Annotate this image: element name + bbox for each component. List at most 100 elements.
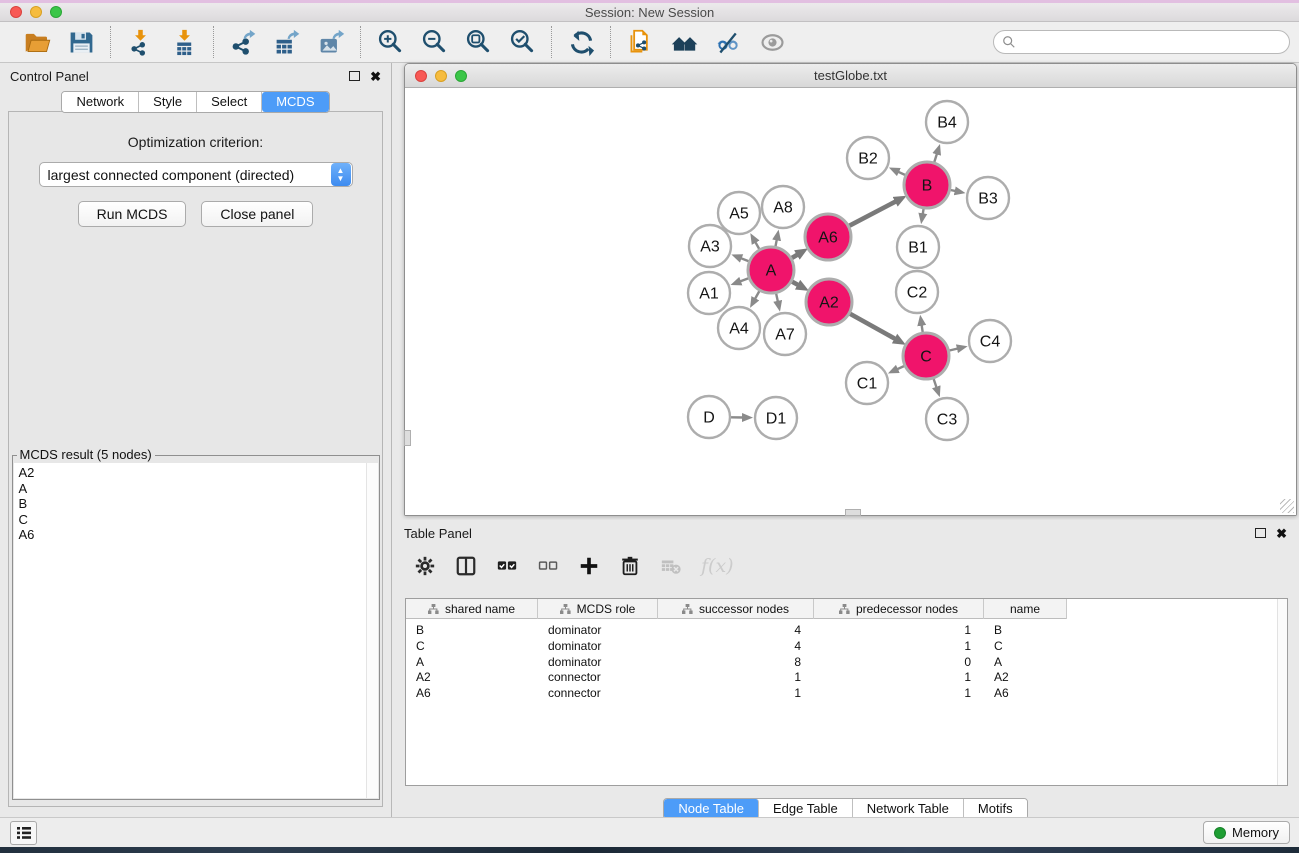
hide-glasses-button[interactable] [711, 25, 745, 59]
window-edge-handle-bottom[interactable] [845, 509, 861, 516]
graph-node-B2[interactable]: B2 [847, 137, 889, 179]
mcds-result-item[interactable]: A6 [19, 527, 361, 543]
mcds-result-item[interactable]: B [19, 496, 361, 512]
save-button[interactable] [64, 25, 98, 59]
tab-network[interactable]: Network [62, 92, 139, 112]
search-box[interactable] [993, 30, 1290, 54]
graph-node-A5[interactable]: A5 [718, 192, 760, 234]
memory-button[interactable]: Memory [1203, 821, 1290, 844]
tab-style[interactable]: Style [139, 92, 197, 112]
graph-node-A1[interactable]: A1 [688, 272, 730, 314]
zoom-out-button[interactable] [417, 25, 451, 59]
mcds-result-scrollbar[interactable] [366, 463, 378, 798]
graph-node-D1[interactable]: D1 [755, 397, 797, 439]
delete-row-button[interactable] [619, 555, 641, 577]
table-row[interactable]: A2connector11A2 [406, 670, 1287, 686]
mcds-result-item[interactable]: A [19, 481, 361, 497]
graph-edge-A-A4[interactable] [755, 291, 760, 299]
import-table-button[interactable] [167, 25, 201, 59]
column-header-predecessor-nodes[interactable]: predecessor nodes [814, 599, 984, 619]
graph-edge-B-B4[interactable] [934, 154, 937, 163]
tab-edge-table[interactable]: Edge Table [759, 799, 853, 819]
graph-edge-A-A2[interactable] [792, 282, 798, 286]
graph-node-A2[interactable]: A2 [806, 279, 852, 325]
import-network-button[interactable] [123, 25, 157, 59]
graph-edge-C-C4[interactable] [949, 349, 958, 351]
tab-node-table[interactable]: Node Table [664, 799, 759, 819]
select-all-button[interactable] [496, 555, 518, 577]
graph-edge-C-C2[interactable] [922, 325, 923, 333]
open-folder-button[interactable] [20, 25, 54, 59]
graph-node-B1[interactable]: B1 [897, 226, 939, 268]
graph-node-C2[interactable]: C2 [896, 271, 938, 313]
float-panel-icon[interactable] [349, 71, 360, 81]
deselect-all-button[interactable] [537, 555, 559, 577]
export-network-button[interactable] [226, 25, 260, 59]
graph-node-C4[interactable]: C4 [969, 320, 1011, 362]
search-input[interactable] [1016, 35, 1289, 50]
table-row[interactable]: Adominator80A [406, 655, 1287, 671]
window-edge-handle-left[interactable] [404, 430, 411, 446]
network-canvas[interactable]: B4 B2 B B3 A5 A8 A6 A3 B1 A A1 C2 A2 [405, 88, 1296, 515]
add-row-button[interactable] [578, 555, 600, 577]
graph-node-C3[interactable]: C3 [926, 398, 968, 440]
graph-edge-B-B1[interactable] [923, 209, 924, 215]
home-pair-button[interactable] [667, 25, 701, 59]
column-header-name[interactable]: name [984, 599, 1067, 619]
table-row[interactable]: Cdominator41C [406, 639, 1287, 655]
refresh-button[interactable] [564, 25, 598, 59]
zoom-in-button[interactable] [373, 25, 407, 59]
tab-network-table[interactable]: Network Table [853, 799, 964, 819]
graph-node-D[interactable]: D [688, 396, 730, 438]
graph-node-C1[interactable]: C1 [846, 362, 888, 404]
zoom-selected-button[interactable] [505, 25, 539, 59]
graph-edge-B-B3[interactable] [951, 190, 956, 191]
mcds-result-item[interactable]: A2 [19, 465, 361, 481]
graph-edge-C-C1[interactable] [897, 366, 904, 369]
graph-node-C[interactable]: C [903, 333, 949, 379]
graph-node-A3[interactable]: A3 [689, 225, 731, 267]
export-image-button[interactable] [314, 25, 348, 59]
gear-button[interactable] [414, 555, 436, 577]
optimization-criterion-dropdown[interactable]: largest connected component (directed) ▲… [39, 162, 353, 187]
mcds-result-item[interactable]: C [19, 512, 361, 528]
graph-edge-A-A8[interactable] [776, 239, 777, 246]
mcds-result-list[interactable]: A2ABCA6 [14, 463, 366, 798]
graph-node-A8[interactable]: A8 [762, 186, 804, 228]
graph-edge-A-A1[interactable] [740, 278, 749, 281]
zoom-fit-button[interactable] [461, 25, 495, 59]
graph-edge-A-A3[interactable] [741, 258, 749, 261]
close-panel-icon[interactable]: ✖ [370, 70, 381, 83]
tab-motifs[interactable]: Motifs [964, 799, 1027, 819]
table-scrollbar[interactable] [1277, 599, 1287, 785]
eye-button[interactable] [755, 25, 789, 59]
tab-mcds[interactable]: MCDS [262, 92, 328, 112]
close-table-panel-icon[interactable]: ✖ [1276, 527, 1287, 540]
column-header-MCDS-role[interactable]: MCDS role [538, 599, 658, 619]
task-history-button[interactable] [10, 821, 37, 845]
graph-edge-A-A7[interactable] [776, 293, 778, 301]
table-row[interactable]: Bdominator41B [406, 623, 1287, 639]
columns-button[interactable] [455, 555, 477, 577]
network-window-titlebar[interactable]: testGlobe.txt [405, 64, 1296, 88]
graph-edge-C-C3[interactable] [934, 379, 937, 388]
table-row[interactable]: A6connector11A6 [406, 686, 1287, 702]
graph-edge-A2-C[interactable] [850, 314, 895, 339]
tab-select[interactable]: Select [197, 92, 262, 112]
export-table-button[interactable] [270, 25, 304, 59]
graph-edge-B-B2[interactable] [898, 172, 905, 175]
graph-edge-A-A5[interactable] [755, 242, 759, 249]
graph-edge-A-A6[interactable] [792, 255, 798, 259]
graph-node-A[interactable]: A [748, 247, 794, 293]
column-header-successor-nodes[interactable]: successor nodes [658, 599, 814, 619]
graph-node-A6[interactable]: A6 [805, 214, 851, 260]
graph-node-B3[interactable]: B3 [967, 177, 1009, 219]
network-graph[interactable]: B4 B2 B B3 A5 A8 A6 A3 B1 A A1 C2 A2 [405, 88, 1296, 515]
new-network-from-selection-button[interactable] [623, 25, 657, 59]
graph-node-B[interactable]: B [904, 162, 950, 208]
window-resize-grip[interactable] [1280, 499, 1294, 513]
run-mcds-button[interactable]: Run MCDS [78, 201, 187, 227]
column-header-shared-name[interactable]: shared name [406, 599, 538, 619]
graph-node-A7[interactable]: A7 [764, 313, 806, 355]
graph-edge-A6-B[interactable] [849, 201, 896, 226]
